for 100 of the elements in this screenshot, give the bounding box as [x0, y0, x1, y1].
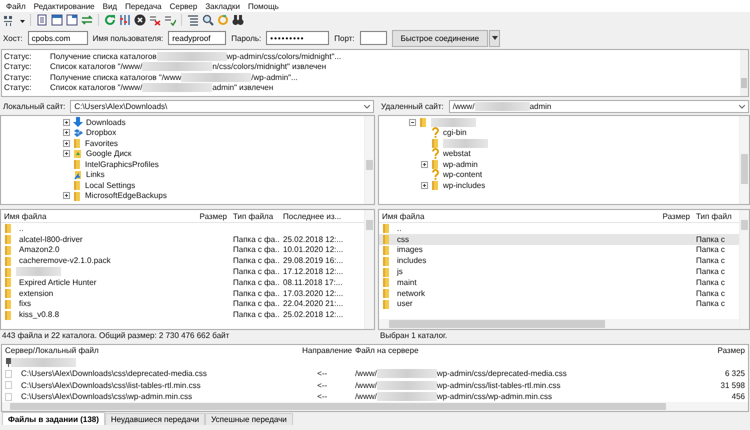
expand-icon[interactable]	[63, 140, 70, 147]
dropdown-button[interactable]	[489, 30, 500, 46]
menu-item[interactable]: Вид	[98, 0, 122, 12]
column-header[interactable]: Сервер/Локальный файл	[2, 346, 300, 356]
search-icon[interactable]	[202, 14, 214, 26]
folder-icon	[4, 266, 13, 277]
menu-item[interactable]: Закладки	[201, 0, 244, 12]
file-row[interactable]: css Папка с	[379, 234, 739, 245]
file-type: Папка с фа...	[232, 310, 280, 320]
menu-item[interactable]: Сервер	[166, 0, 202, 12]
scrollbar[interactable]	[2, 402, 748, 412]
tree-item[interactable]: cgi-bin	[443, 128, 467, 138]
file-row[interactable]: user Папка с	[379, 298, 739, 310]
column-header[interactable]: Последнее из...	[280, 212, 343, 220]
scrollbar[interactable]	[739, 116, 749, 204]
file-row[interactable]: ..	[379, 223, 739, 234]
scrollbar[interactable]	[364, 210, 374, 329]
log-message: /wp-admin"...	[251, 72, 298, 82]
transfer-arrows-icon[interactable]	[81, 14, 93, 26]
dropdown-caret-icon[interactable]	[364, 104, 370, 108]
file-row[interactable]: ..	[1, 223, 364, 234]
tree-panel-icon[interactable]	[51, 14, 63, 26]
scrollbar-thumb[interactable]	[741, 154, 748, 184]
stop-icon[interactable]	[134, 14, 146, 26]
dropdown-caret-icon[interactable]	[739, 104, 745, 108]
tree-item[interactable]: MicrosoftEdgeBackups	[85, 191, 167, 200]
column-header[interactable]: Размер	[659, 212, 693, 220]
queue-row[interactable]: C:\Users\Alex\Downloads\css\list-tables-rtl.min.css <-- /www/ wp-admin/css/list-tables-rtl.min.css 31 598	[2, 379, 748, 391]
tree-item[interactable]: webstat	[443, 149, 471, 158]
tree-item[interactable]: Links	[86, 170, 105, 180]
file-row[interactable]: images Папка с	[379, 244, 739, 256]
scrollbar[interactable]	[740, 50, 748, 96]
expand-icon[interactable]	[63, 150, 70, 158]
expand-icon[interactable]	[63, 118, 70, 126]
scrollbar-thumb[interactable]	[366, 160, 373, 170]
queue-list-icon[interactable]	[187, 14, 199, 26]
scrollbar-thumb[interactable]	[10, 403, 666, 410]
tree-panel-icon[interactable]	[66, 14, 78, 26]
column-header[interactable]: Размер	[196, 212, 230, 220]
column-header[interactable]: Имя файла	[1, 212, 196, 220]
binoculars-icon[interactable]	[232, 14, 244, 26]
file-row[interactable]: Expired Article Hunter Папка с фа...08.11.2018 17:...	[1, 276, 364, 288]
tree-item[interactable]: Downloads	[86, 118, 126, 127]
expand-icon[interactable]	[421, 160, 428, 168]
column-header[interactable]: Размер	[691, 346, 748, 356]
scrollbar-thumb[interactable]	[366, 220, 373, 230]
file-row[interactable]: includes Папка с	[379, 255, 739, 266]
scrollbar[interactable]	[739, 210, 749, 329]
file-row[interactable]: network Папка с	[379, 288, 739, 299]
menu-item[interactable]: Помощь	[244, 0, 283, 12]
queue-tab[interactable]: Неудавшиеся передачи	[104, 413, 206, 425]
queue-tab[interactable]: Файлы в задании (138)	[2, 412, 105, 425]
scrollbar-thumb[interactable]	[389, 320, 605, 328]
host-field[interactable]: cpobs.com	[28, 31, 88, 45]
expand-icon[interactable]	[63, 192, 70, 200]
file-row[interactable]: kiss_v0.8.8 Папка с фа...25.02.2018 12:...	[1, 309, 364, 320]
column-header[interactable]: Файл на сервере	[352, 346, 692, 356]
log-panel-icon[interactable]	[36, 14, 48, 26]
quickconnect-button[interactable]: Быстрое соединение	[392, 30, 488, 46]
log-message: Список каталогов "/www/	[50, 83, 142, 92]
tree-item[interactable]: wp-admin	[443, 160, 478, 169]
tree-item[interactable]: Local Settings	[85, 180, 136, 190]
tree-item[interactable]: wp-includes	[443, 180, 486, 190]
tree-item[interactable]: Favorites	[85, 138, 118, 148]
scrollbar-thumb[interactable]	[741, 78, 747, 88]
password-field[interactable]: •••••••••	[266, 31, 330, 45]
scrollbar-thumb[interactable]	[741, 220, 748, 230]
expand-icon[interactable]	[421, 182, 428, 189]
column-header[interactable]: Направление	[299, 346, 352, 356]
queue-tab[interactable]: Успешные передачи	[205, 413, 293, 425]
tree-item[interactable]: IntelGraphicsProfiles	[85, 160, 159, 169]
column-header[interactable]: Тип файл	[693, 212, 739, 220]
path-field[interactable]: /www/ admin	[448, 100, 749, 113]
refresh-icon[interactable]	[104, 14, 116, 26]
queue-row[interactable]: C:\Users\Alex\Downloads\css\wp-admin.min.css <-- /www/ wp-admin/css/wp-admin.min.css 456	[2, 390, 748, 402]
column-header[interactable]: Тип файла	[230, 212, 280, 220]
tree-item[interactable]: Dropbox	[86, 128, 116, 138]
file-row[interactable]: Папка с фа...17.12.2018 12:...	[1, 266, 364, 277]
tree-item[interactable]: Google Диск	[86, 149, 132, 158]
port-field[interactable]	[360, 31, 387, 45]
file-row[interactable]: fixs Папка с фа...22.04.2020 21:...	[1, 298, 364, 310]
file-row[interactable]: js Папка с	[379, 266, 739, 277]
file-row[interactable]: cacheremove-v2.1.0.pack Папка с фа...29.08.2019 16:...	[1, 255, 364, 266]
scrollbar[interactable]	[379, 319, 739, 329]
menu-item[interactable]: Передача	[121, 0, 166, 12]
queue-row[interactable]: C:\Users\Alex\Downloads\css\deprecated-media.css <-- /www/ wp-admin/css/deprecated-media.css 6 325	[2, 368, 748, 380]
file-row[interactable]: alcatel-l800-driver Папка с фа...25.02.2018 12:...	[1, 234, 364, 245]
file-row[interactable]: extension Папка с фа...17.03.2020 12:...	[1, 288, 364, 299]
menu-item[interactable]: Редактирование	[30, 0, 99, 12]
file-date: 08.11.2018 17:...	[282, 278, 343, 287]
path-field[interactable]: C:\Users\Alex\Downloads\	[70, 100, 374, 113]
menu-item[interactable]: Файл	[2, 0, 30, 12]
file-row[interactable]: Amazon2.0 Папка с фа...10.01.2020 12:...	[1, 244, 364, 256]
scrollbar[interactable]	[364, 116, 374, 204]
file-row[interactable]: maint Папка с	[379, 276, 739, 288]
collapse-icon[interactable]	[409, 118, 416, 126]
tree-item[interactable]: wp-content	[443, 170, 482, 180]
column-header[interactable]: Имя файла	[379, 212, 659, 220]
user-field[interactable]: readyproof	[168, 31, 226, 45]
expand-icon[interactable]	[63, 129, 70, 136]
